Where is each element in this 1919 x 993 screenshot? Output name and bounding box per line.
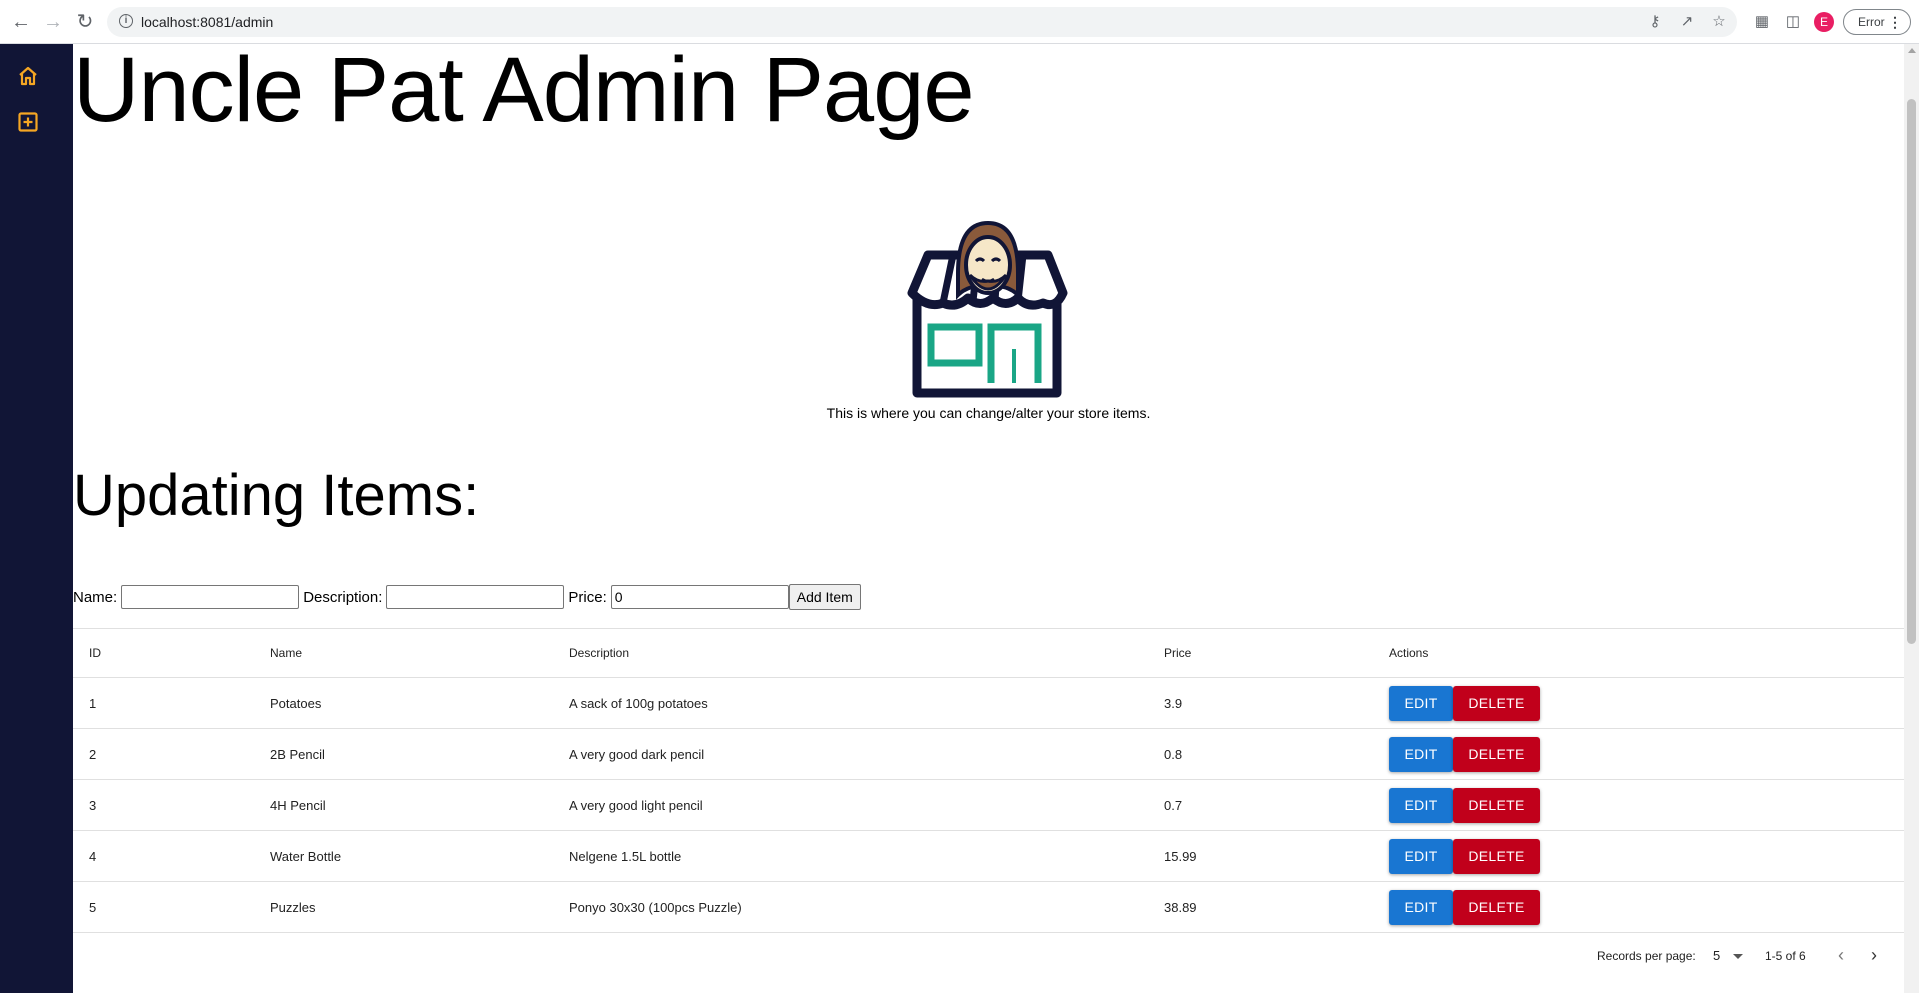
cell-price: 15.99 [1164, 848, 1197, 864]
store-logo [898, 203, 1098, 403]
pagination-range: 1-5 of 6 [1765, 949, 1806, 963]
records-per-page-label: Records per page: [1597, 949, 1696, 963]
section-title: Updating Items: [73, 463, 480, 528]
description-input[interactable] [386, 585, 565, 609]
cell-price: 0.8 [1164, 746, 1183, 762]
cell-description: A sack of 100g potatoes [569, 695, 708, 711]
kebab-menu-icon[interactable]: ⋮ [1888, 10, 1902, 34]
row-actions: EDIT DELETE [1389, 780, 1540, 830]
table-row: 4 Water Bottle Nelgene 1.5L bottle 15.99… [73, 831, 1904, 882]
error-chip-label: Error [1858, 15, 1885, 29]
back-arrow-icon[interactable]: ← [9, 10, 33, 34]
cell-description: Nelgene 1.5L bottle [569, 848, 682, 864]
cell-name: 4H Pencil [270, 797, 326, 813]
cell-price: 38.89 [1164, 899, 1197, 915]
price-input[interactable] [610, 585, 789, 609]
name-label: Name: [73, 588, 118, 606]
price-label: Price: [568, 588, 607, 606]
sidebar [0, 44, 73, 993]
edit-button[interactable]: EDIT [1389, 889, 1453, 925]
page-title: Uncle Pat Admin Page [73, 39, 975, 141]
extensions-puzzle-icon[interactable]: ▦ [1752, 12, 1772, 32]
items-table: ID Name Description Price Actions 1 Pota… [73, 628, 1904, 981]
delete-button[interactable]: DELETE [1453, 838, 1540, 874]
cell-id: 4 [89, 848, 97, 864]
edit-button[interactable]: EDIT [1389, 787, 1453, 823]
cell-price: 3.9 [1164, 695, 1183, 711]
column-header-actions: Actions [1389, 646, 1429, 660]
column-header-description[interactable]: Description [569, 629, 629, 677]
cell-id: 1 [89, 695, 97, 711]
address-bar[interactable]: i localhost:8081/admin ⚷ ↗ ☆ [107, 7, 1737, 37]
records-per-page-select[interactable]: 5 [1713, 948, 1720, 963]
row-actions: EDIT DELETE [1389, 882, 1540, 932]
row-actions: EDIT DELETE [1389, 831, 1540, 881]
side-panel-icon[interactable]: ◫ [1783, 12, 1803, 32]
home-icon[interactable] [16, 64, 40, 88]
cell-description: A very good light pencil [569, 797, 703, 813]
share-icon[interactable]: ↗ [1677, 12, 1697, 32]
chevron-left-icon[interactable]: ‹ [1829, 943, 1853, 967]
cell-id: 5 [89, 899, 97, 915]
cell-name: Water Bottle [270, 848, 342, 864]
table-header-row: ID Name Description Price Actions [73, 629, 1904, 678]
page-scrollbar[interactable] [1904, 44, 1919, 993]
delete-button[interactable]: DELETE [1453, 889, 1540, 925]
main-content: Uncle Pat Admin Page This is where you c… [73, 44, 1904, 993]
table-row: 2 2B Pencil A very good dark pencil 0.8 … [73, 729, 1904, 780]
profile-avatar[interactable]: E [1814, 12, 1834, 32]
column-header-name[interactable]: Name [270, 629, 302, 677]
table-row: 1 Potatoes A sack of 100g potatoes 3.9 E… [73, 678, 1904, 729]
dropdown-caret-icon[interactable] [1733, 954, 1743, 959]
cell-name: 2B Pencil [270, 746, 325, 762]
name-input[interactable] [121, 585, 300, 609]
scrollbar-thumb[interactable] [1907, 99, 1916, 644]
intro-text: This is where you can change/alter your … [826, 405, 1151, 421]
cell-id: 3 [89, 797, 97, 813]
cell-name: Puzzles [270, 899, 316, 915]
delete-button[interactable]: DELETE [1453, 787, 1540, 823]
bookmark-star-icon[interactable]: ☆ [1709, 12, 1729, 32]
table-row: 5 Puzzles Ponyo 30x30 (100pcs Puzzle) 38… [73, 882, 1904, 933]
error-chip[interactable]: Error ⋮ [1843, 9, 1911, 35]
add-box-icon[interactable] [16, 110, 40, 134]
delete-button[interactable]: DELETE [1453, 685, 1540, 721]
cell-price: 0.7 [1164, 797, 1183, 813]
edit-button[interactable]: EDIT [1389, 736, 1453, 772]
edit-button[interactable]: EDIT [1389, 685, 1453, 721]
row-actions: EDIT DELETE [1389, 729, 1540, 779]
chevron-right-icon[interactable]: › [1862, 943, 1886, 967]
row-actions: EDIT DELETE [1389, 678, 1540, 728]
cell-description: Ponyo 30x30 (100pcs Puzzle) [569, 899, 742, 915]
reload-icon[interactable]: ↻ [73, 10, 97, 34]
browser-toolbar: ← → ↻ i localhost:8081/admin ⚷ ↗ ☆ ▦ ◫ E… [0, 0, 1919, 44]
delete-button[interactable]: DELETE [1453, 736, 1540, 772]
forward-arrow-icon[interactable]: → [41, 10, 65, 34]
key-icon[interactable]: ⚷ [1645, 12, 1665, 32]
column-header-id[interactable]: ID [89, 629, 101, 677]
table-row: 3 4H Pencil A very good light pencil 0.7… [73, 780, 1904, 831]
cell-name: Potatoes [270, 695, 322, 711]
scroll-up-arrow-icon[interactable] [1908, 48, 1916, 53]
edit-button[interactable]: EDIT [1389, 838, 1453, 874]
column-header-price[interactable]: Price [1164, 629, 1191, 677]
add-item-form: Name: Description: Price: Add Item [73, 583, 861, 611]
description-label: Description: [303, 588, 383, 606]
cell-description: A very good dark pencil [569, 746, 705, 762]
site-info-icon[interactable]: i [119, 14, 133, 28]
address-url[interactable]: localhost:8081/admin [141, 14, 273, 30]
add-item-button[interactable]: Add Item [788, 584, 861, 610]
cell-id: 2 [89, 746, 97, 762]
table-pagination: Records per page: 5 1-5 of 6 ‹ › [73, 933, 1904, 981]
